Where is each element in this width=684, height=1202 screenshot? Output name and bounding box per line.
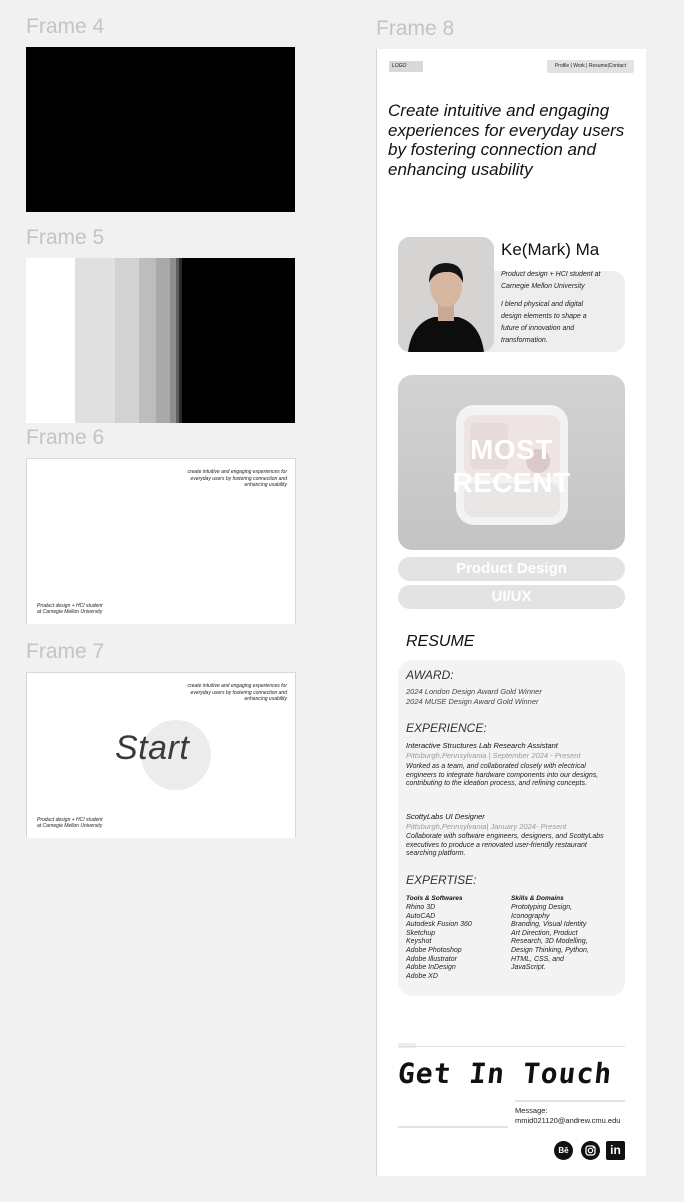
frame-7-label: Frame 7 (26, 640, 105, 663)
resume-title: RESUME (406, 633, 475, 650)
tool-item: Rhino 3D (406, 904, 436, 911)
tagline: create intuitive and engaging experience… (187, 683, 287, 702)
tool-item: Adobe Illustrator (406, 955, 457, 963)
gradient-stripe (75, 258, 115, 423)
skill-item: Research, 3D Modelling, (511, 938, 588, 946)
footer-divider (398, 1046, 625, 1047)
experience-description: Collaborate with software engineers, des… (406, 833, 604, 858)
experience-title: ScottyLabs UI Designer (406, 812, 485, 821)
email-link[interactable]: mmid021120@andrew.cmu.edu (515, 1116, 620, 1126)
message-input-line[interactable] (515, 1100, 625, 1102)
skill-item: Prototyping Design, (511, 904, 573, 911)
tool-item: Autodesk Fusion 360 (406, 921, 472, 929)
tools-list: Rhino 3D AutoCAD Autodesk Fusion 360 Ske… (406, 904, 472, 981)
frame-7[interactable]: create intuitive and engaging experience… (26, 672, 296, 838)
instagram-glyph (585, 1145, 596, 1156)
experience-heading: EXPERIENCE: (406, 721, 487, 735)
skill-item: Iconography (511, 912, 550, 920)
experience-title: Interactive Structures Lab Research Assi… (406, 741, 558, 750)
message-label: Message: (515, 1106, 548, 1115)
skill-item: Design Thinking, Python, (511, 946, 589, 954)
start-button[interactable]: Start (115, 729, 189, 768)
skill-item: JavaScript. (511, 964, 546, 972)
frame-5-label: Frame 5 (26, 226, 105, 249)
frame-8-portfolio[interactable]: LOGO Profile | Work | Resume|Contact Cre… (376, 49, 646, 1176)
instagram-icon[interactable] (581, 1141, 600, 1160)
skill-item: Art Direction, Product (511, 929, 578, 937)
award-heading: AWARD: (406, 668, 454, 682)
experience-meta: Pittsburgh,Pennsylvania | September 2024… (406, 751, 581, 760)
skills-list: Prototyping Design, Iconography Branding… (511, 904, 589, 973)
profile-name: Ke(Mark) Ma (501, 240, 600, 259)
footer-line-2: at Carnegie Mellon University (37, 609, 103, 615)
tools-heading: Tools & Softwares (406, 895, 463, 902)
product-design-button[interactable]: Product Design (398, 557, 625, 581)
gradient-stripe (139, 258, 156, 423)
portrait-image (398, 237, 494, 352)
most-recent-label: MOST RECENT (452, 434, 571, 498)
frame-8-label: Frame 8 (376, 17, 455, 40)
frame-6[interactable]: create intuitive and engaging experience… (26, 458, 296, 624)
frame-4-label: Frame 4 (26, 15, 105, 38)
profile-bio: I blend physical and digital design elem… (501, 301, 587, 344)
tagline: create intuitive and engaging experience… (187, 469, 287, 488)
expertise-heading: EXPERTISE: (406, 873, 477, 887)
gradient-stripe (26, 258, 75, 423)
frame-4[interactable] (26, 47, 295, 212)
frame-5[interactable] (26, 258, 295, 423)
skill-item: Branding, Visual Identity (511, 921, 587, 929)
ui-ux-button[interactable]: UI/UX (398, 585, 625, 609)
frame-6-label: Frame 6 (26, 426, 105, 449)
gradient-stripe (115, 258, 139, 423)
profile-subtitle: Product design + HCI student at Carnegie… (501, 271, 601, 290)
profile-photo (398, 237, 494, 352)
award-item: 2024 London Design Award Gold Winner (406, 687, 542, 696)
message-block: Message: mmid021120@andrew.cmu.edu (515, 1106, 620, 1125)
tool-item: AutoCAD (406, 912, 436, 920)
linkedin-icon[interactable]: in (606, 1141, 625, 1160)
experience-meta: Pittsburgh,Pennsylvania| January 2024- P… (406, 822, 567, 831)
award-item: 2024 MUSE Design Award Gold Winner (406, 697, 539, 706)
tool-item: Adobe XD (406, 972, 438, 980)
skill-item: HTML, CSS, and (511, 955, 564, 963)
get-in-touch-heading: Get In Touch (396, 1057, 615, 1090)
skills-heading: Skills & Domains (511, 895, 564, 902)
tool-item: Adobe Photoshop (406, 946, 462, 954)
tool-item: Keyshot (406, 938, 432, 946)
tool-item: Adobe InDesign (406, 964, 456, 972)
experience-description: Worked as a team, and collaborated close… (406, 763, 599, 788)
hero-statement: Create intuitive and engaging experience… (388, 101, 625, 179)
nav-menu[interactable]: Profile | Work | Resume|Contact (547, 60, 634, 73)
name-input-line[interactable] (398, 1126, 508, 1128)
tool-item: Sketchup (406, 929, 436, 937)
most-recent-card[interactable]: MOST RECENT (398, 375, 625, 550)
gradient-stripe (156, 258, 170, 423)
gradient-stripe (182, 258, 295, 423)
logo[interactable]: LOGO (389, 61, 423, 72)
behance-icon[interactable]: Bē (554, 1141, 573, 1160)
footer-line-2: at Carnegie Mellon University (37, 823, 103, 829)
